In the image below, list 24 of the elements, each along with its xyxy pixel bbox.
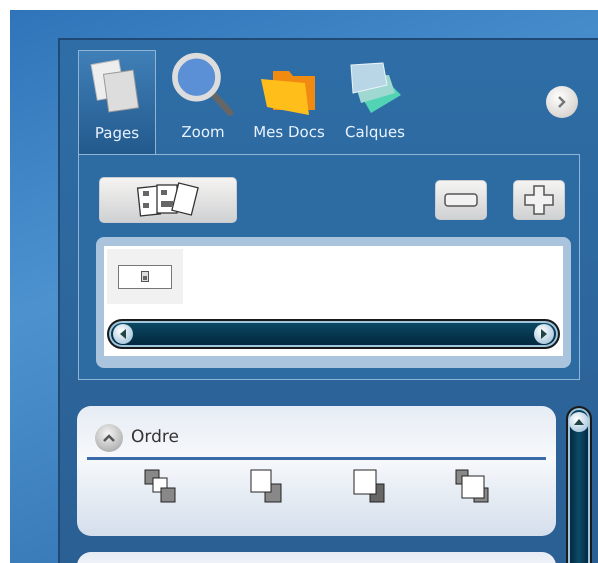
page-icon [141, 271, 149, 282]
scroll-left-icon[interactable] [113, 324, 133, 344]
chevron-up-icon [103, 434, 115, 442]
scroll-up-icon[interactable] [569, 412, 589, 432]
zoom-out-button[interactable] [435, 180, 487, 220]
minus-icon [444, 193, 478, 207]
toolbar-tab[interactable]: Calques [336, 50, 414, 154]
horizontal-scrollbar[interactable] [107, 319, 560, 349]
arrange-button[interactable] [454, 468, 490, 504]
toolbar-tab[interactable]: Zoom [164, 50, 242, 154]
section-title: Ordre [131, 426, 179, 449]
vertical-scrollbar[interactable] [566, 406, 592, 563]
toolbar-tab[interactable]: Pages [78, 50, 156, 154]
plus-icon [523, 184, 555, 216]
toolbar-tab[interactable]: Mes Docs [250, 50, 328, 154]
bring-forward-icon [454, 468, 490, 504]
next-button[interactable] [546, 86, 578, 118]
scroll-right-icon[interactable] [534, 324, 554, 344]
page-layout-button[interactable] [99, 177, 237, 223]
collapse-button[interactable] [95, 424, 123, 452]
page-thumbnail[interactable] [107, 249, 183, 304]
pages-layout-icon [135, 181, 201, 219]
zoom-in-button[interactable] [513, 180, 565, 220]
chevron-right-icon [557, 96, 567, 108]
